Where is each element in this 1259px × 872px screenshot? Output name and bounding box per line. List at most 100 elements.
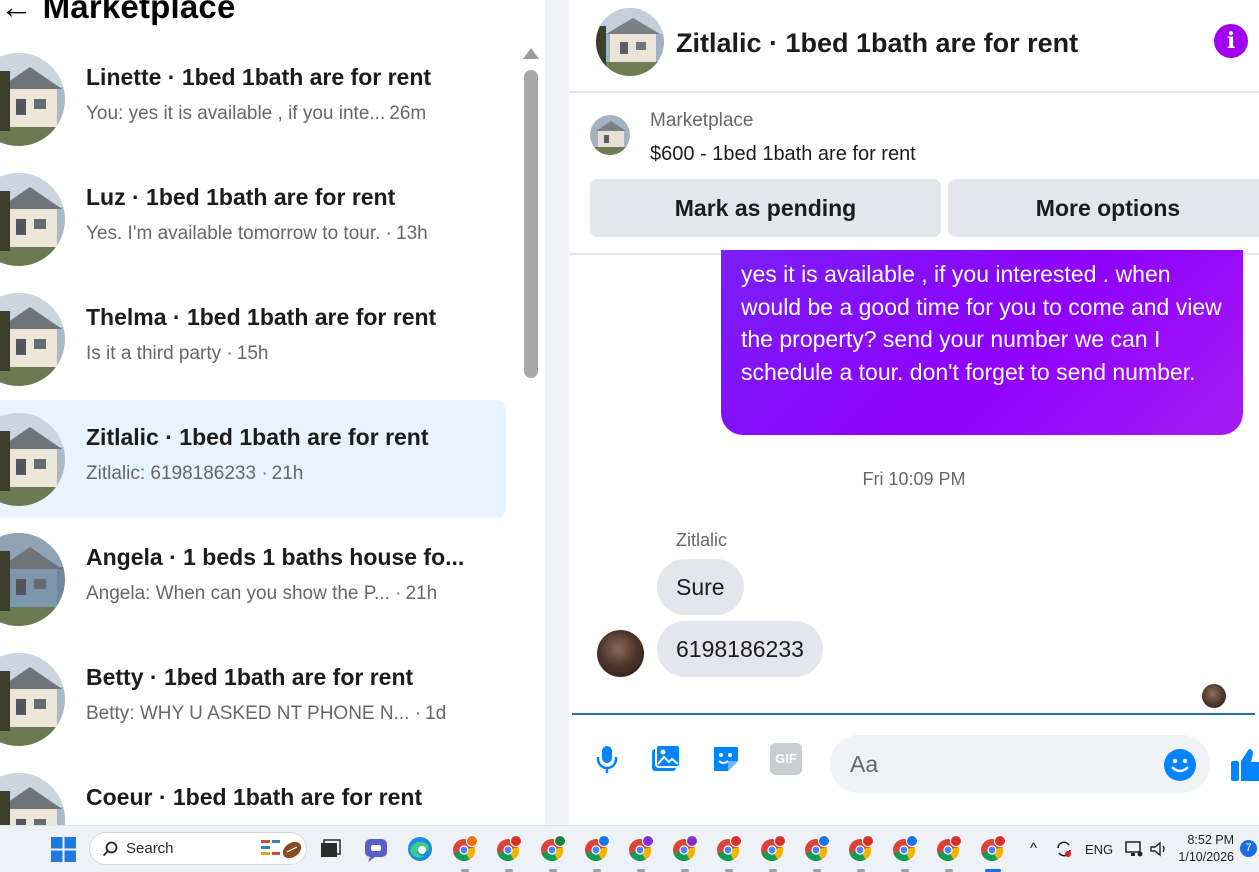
conversation-item[interactable]: Coeur · 1bed 1bath are for rent bbox=[0, 760, 506, 825]
chrome-icon bbox=[629, 835, 654, 862]
conversation-avatar bbox=[0, 773, 65, 825]
house-photo-icon bbox=[0, 293, 65, 386]
conversation-snippet-row: You: yes it is available , if you inte..… bbox=[86, 103, 426, 125]
network-icon[interactable] bbox=[1124, 840, 1144, 858]
conversation-item[interactable]: Linette · 1bed 1bath are for rent You: ye… bbox=[0, 40, 506, 158]
info-icon[interactable]: i bbox=[1214, 24, 1248, 58]
search-icon bbox=[102, 841, 118, 857]
sender-avatar[interactable] bbox=[597, 630, 644, 677]
like-icon[interactable] bbox=[1229, 745, 1259, 785]
listing-source-label: Marketplace bbox=[650, 110, 754, 131]
task-view-icon[interactable] bbox=[315, 834, 345, 864]
chrome-icon bbox=[937, 835, 962, 862]
conversation-time: 13h bbox=[396, 223, 428, 244]
chrome-icon bbox=[761, 835, 786, 862]
conversation-name: Coeur · 1bed 1bath are for rent bbox=[86, 784, 423, 810]
search-label: Search bbox=[126, 840, 174, 857]
chrome-profile-icon[interactable] bbox=[670, 834, 700, 872]
list-scrollbar[interactable] bbox=[516, 42, 545, 825]
more-options-button[interactable]: More options bbox=[948, 179, 1259, 237]
conversation-avatar bbox=[0, 53, 65, 146]
chrome-profile-icon[interactable] bbox=[494, 834, 524, 872]
scroll-thumb[interactable] bbox=[524, 70, 538, 378]
conversation-name: Luz · 1bed 1bath are for rent bbox=[86, 184, 396, 210]
microphone-icon[interactable] bbox=[591, 743, 623, 775]
marketplace-listing-card: Marketplace $600 - 1bed 1bath are for re… bbox=[569, 95, 1259, 255]
conversation-avatar bbox=[0, 293, 65, 386]
tray-overflow-chevron-icon[interactable]: ^ bbox=[1030, 840, 1037, 857]
page-title: ← Marketplace bbox=[0, 0, 236, 26]
chrome-profile-icon[interactable] bbox=[758, 834, 788, 872]
house-photo-icon bbox=[0, 413, 65, 506]
chat-title: Zitlalic · 1bed 1bath are for rent bbox=[676, 28, 1079, 58]
chrome-icon bbox=[585, 835, 610, 862]
conversation-avatar[interactable] bbox=[596, 8, 664, 76]
chrome-profile-icon[interactable] bbox=[582, 834, 612, 872]
chrome-profile-icon[interactable] bbox=[626, 834, 656, 872]
message-timestamp: Fri 10:09 PM bbox=[862, 469, 966, 489]
house-photo-icon bbox=[0, 53, 65, 146]
chat-header: Zitlalic · 1bed 1bath are for rent i bbox=[569, 0, 1259, 93]
listing-thumbnail[interactable] bbox=[590, 115, 630, 155]
listing-price-title[interactable]: $600 - 1bed 1bath are for rent bbox=[650, 143, 916, 166]
teams-chat-icon[interactable] bbox=[361, 834, 391, 864]
scroll-up-arrow-icon[interactable] bbox=[523, 48, 539, 59]
conversation-snippet-row: Yes. I'm available tomorrow to tour. · 13… bbox=[86, 223, 428, 245]
chrome-icon bbox=[497, 835, 522, 862]
house-photo-icon bbox=[0, 653, 65, 746]
outgoing-message-bubble[interactable]: yes it is available , if you interested … bbox=[721, 250, 1243, 435]
chrome-profile-icon[interactable] bbox=[714, 834, 744, 872]
chrome-profile-icon[interactable] bbox=[934, 834, 964, 872]
seen-receipt-avatar bbox=[1202, 684, 1226, 708]
conversation-snippet: You: yes it is available , if you inte..… bbox=[86, 103, 386, 124]
conversation-snippet-row: Is it a third party · 15h bbox=[86, 343, 268, 365]
gif-icon[interactable]: GIF bbox=[770, 743, 802, 775]
conversation-name: Zitlalic · 1bed 1bath are for rent bbox=[86, 424, 429, 450]
conversation-list-panel: ← Marketplace Linette · 1bed 1bath are f… bbox=[0, 0, 545, 825]
conversation-avatar bbox=[0, 653, 65, 746]
sticker-icon[interactable] bbox=[710, 743, 742, 775]
chrome-profile-icon[interactable] bbox=[450, 834, 480, 872]
conversation-snippet-row: Angela: When can you show the P... · 21h bbox=[86, 583, 437, 605]
conversation-item[interactable]: Angela · 1 beds 1 baths house fo... Angel… bbox=[0, 520, 506, 638]
sync-icon[interactable] bbox=[1054, 839, 1074, 859]
conversation-item[interactable]: Luz · 1bed 1bath are for rent Yes. I'm av… bbox=[0, 160, 506, 278]
clock-time[interactable]: 8:52 PM bbox=[1180, 833, 1234, 847]
message-composer: GIF bbox=[569, 725, 1259, 805]
conversation-time: 1d bbox=[425, 703, 447, 724]
windows-start-icon[interactable] bbox=[51, 837, 76, 862]
chrome-profile-icon[interactable] bbox=[978, 834, 1008, 872]
chrome-icon bbox=[453, 835, 478, 862]
conversation-snippet: Is it a third party · bbox=[86, 343, 233, 364]
conversation-item[interactable]: Zitlalic · 1bed 1bath are for rent Zitlal… bbox=[0, 400, 506, 518]
house-photo-icon bbox=[0, 773, 65, 825]
incoming-message-bubble[interactable]: Sure bbox=[657, 559, 744, 615]
incoming-message-bubble[interactable]: 6198186233 bbox=[657, 621, 823, 677]
chat-panel: Zitlalic · 1bed 1bath are for rent i Mar… bbox=[569, 0, 1259, 825]
photo-icon[interactable] bbox=[650, 743, 682, 775]
emoji-icon[interactable] bbox=[1163, 748, 1197, 782]
conversation-snippet: Yes. I'm available tomorrow to tour. · bbox=[86, 223, 393, 244]
conversation-time: 15h bbox=[236, 343, 269, 364]
chrome-profile-icon[interactable] bbox=[802, 834, 832, 872]
conversation-snippet: Angela: When can you show the P... · bbox=[86, 583, 402, 604]
chrome-profile-icon[interactable] bbox=[538, 834, 568, 872]
chrome-icon bbox=[717, 835, 742, 862]
volume-icon[interactable] bbox=[1149, 840, 1169, 858]
edge-browser-icon[interactable] bbox=[405, 834, 435, 864]
back-arrow-icon[interactable]: ← bbox=[0, 0, 33, 25]
conversation-time: 21h bbox=[405, 583, 438, 604]
chrome-profile-icon[interactable] bbox=[846, 834, 876, 872]
mark-as-pending-button[interactable]: Mark as pending bbox=[590, 179, 941, 237]
chrome-profile-icon[interactable] bbox=[890, 834, 920, 872]
taskbar-search-box[interactable]: Search bbox=[89, 832, 307, 865]
notification-badge[interactable]: 7 bbox=[1240, 840, 1257, 857]
conversation-name: Thelma · 1bed 1bath are for rent bbox=[86, 304, 437, 330]
conversation-item[interactable]: Betty · 1bed 1bath are for rent Betty: WH… bbox=[0, 640, 506, 758]
clock-date[interactable]: 1/10/2026 bbox=[1170, 850, 1234, 864]
page-title-text: Marketplace bbox=[42, 0, 236, 25]
message-input[interactable] bbox=[830, 735, 1210, 793]
language-indicator[interactable]: ENG bbox=[1085, 842, 1113, 857]
sender-name: Zitlalic bbox=[676, 530, 728, 550]
conversation-item[interactable]: Thelma · 1bed 1bath are for rent Is it a … bbox=[0, 280, 506, 398]
